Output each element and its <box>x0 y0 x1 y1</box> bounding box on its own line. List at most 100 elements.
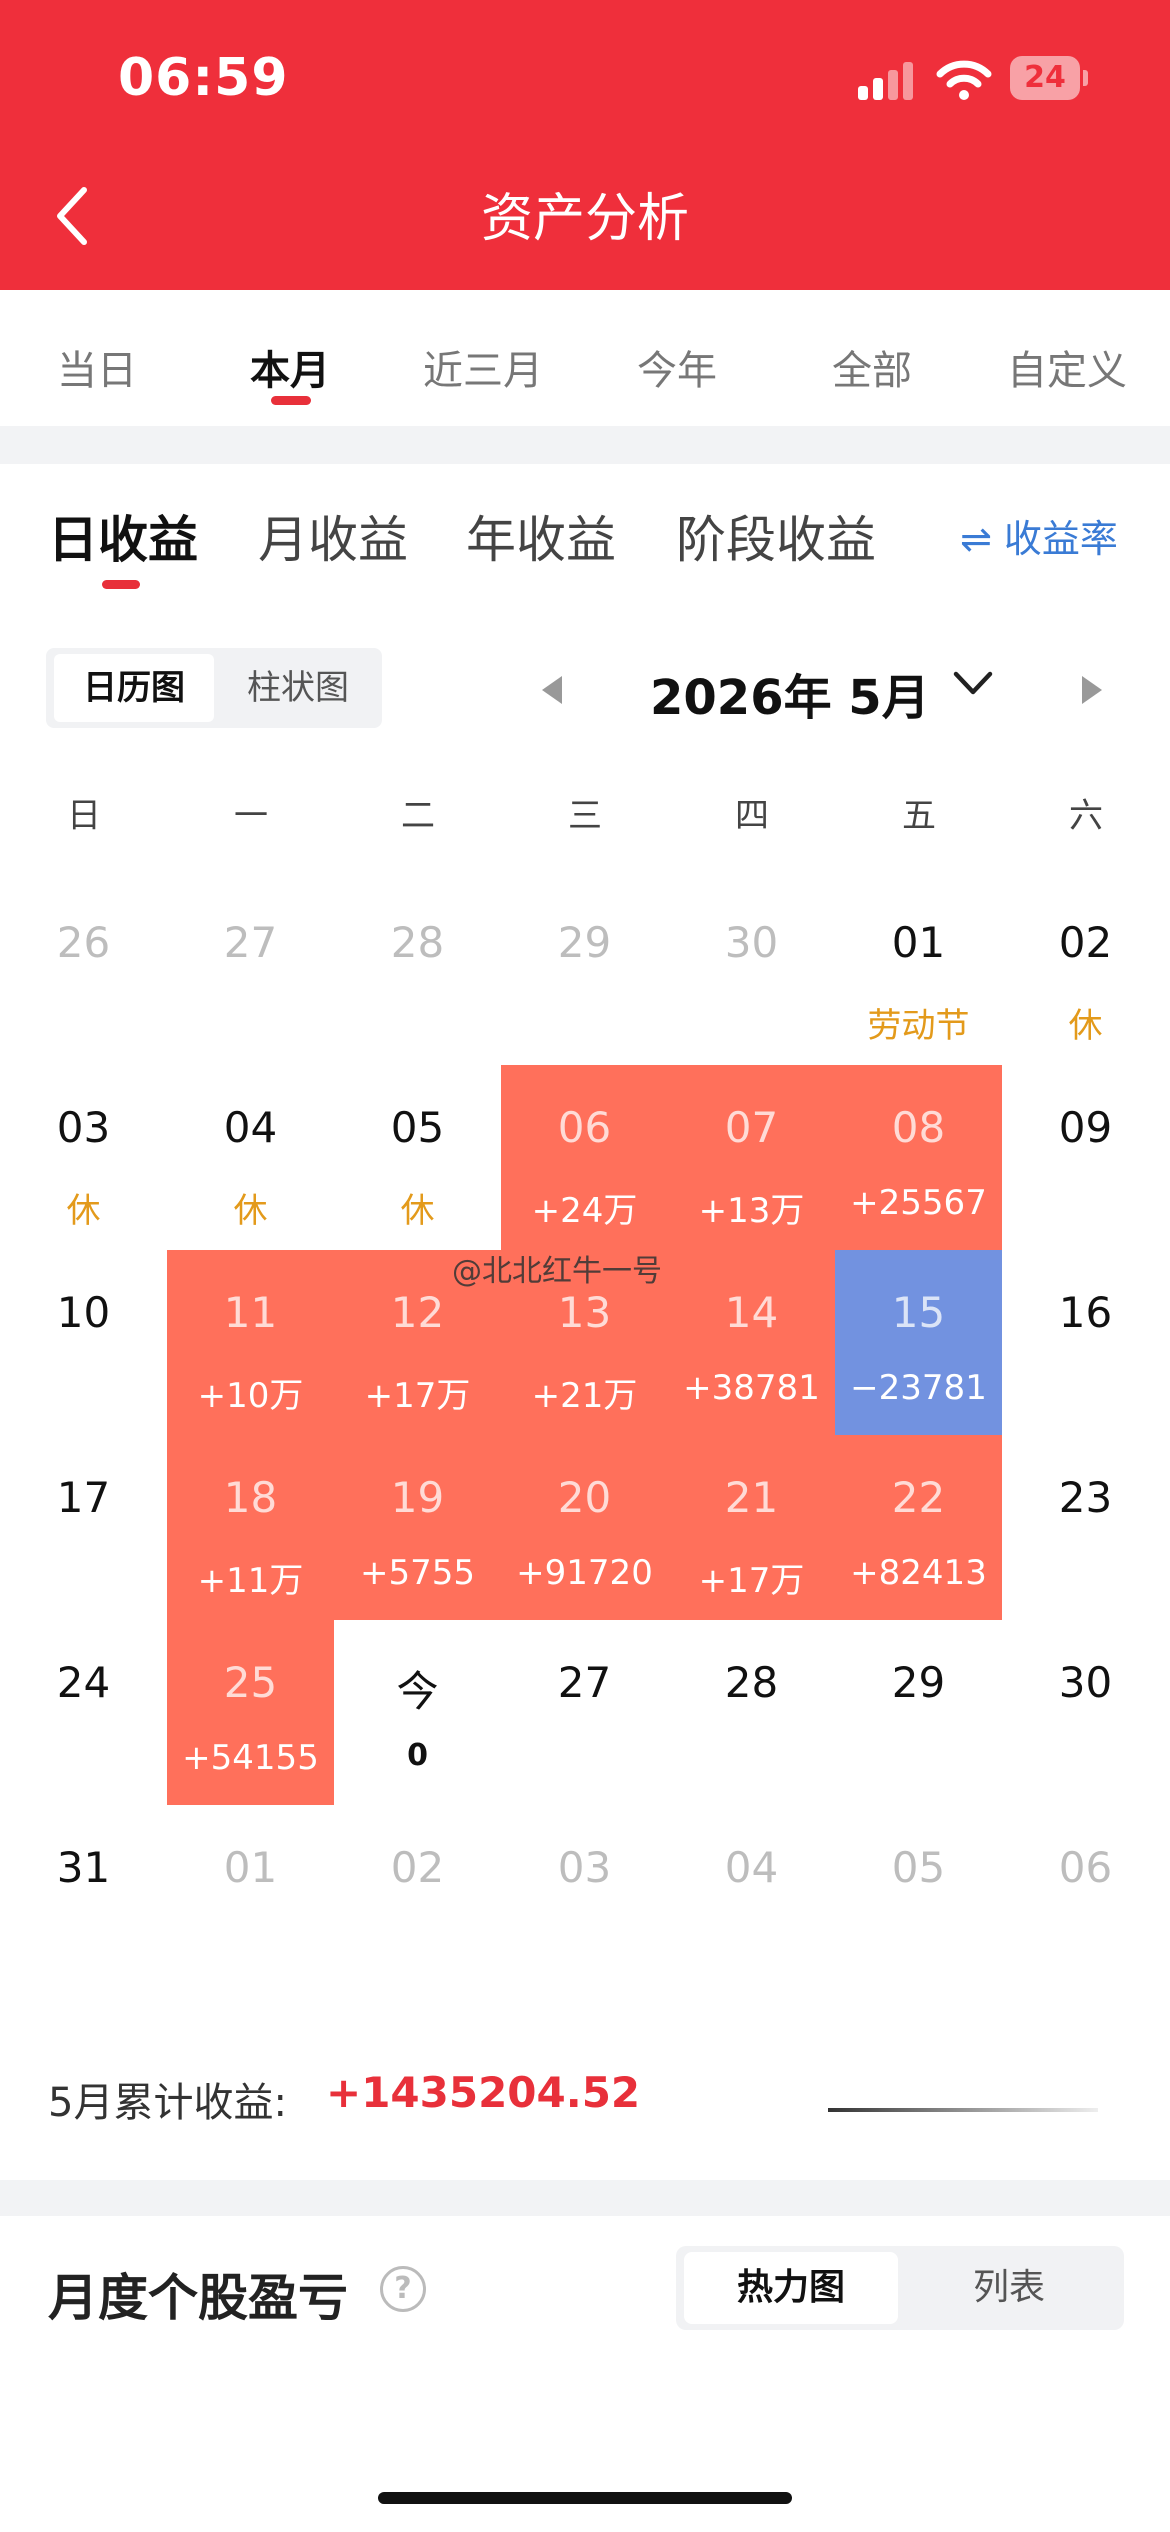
calendar-day[interactable]: 08 +25567 <box>835 1065 1002 1250</box>
calendar-day[interactable]: 24 <box>0 1620 167 1805</box>
calendar-day[interactable]: 01 <box>167 1805 334 1990</box>
day-number: 14 <box>724 1288 779 1337</box>
day-number: 今 <box>396 1667 439 1716</box>
day-number: 04 <box>223 1103 278 1152</box>
day-number: 27 <box>223 918 278 967</box>
calendar-day[interactable]: 06 <box>1002 1805 1169 1990</box>
calendar-day[interactable]: 今0 <box>334 1620 501 1805</box>
chevron-down-icon[interactable] <box>950 666 996 702</box>
calendar-day[interactable]: 17 <box>0 1435 167 1620</box>
return-rate-toggle[interactable]: ⇌ 收益率 <box>960 508 1118 563</box>
calendar-day[interactable]: 30 <box>1002 1620 1169 1805</box>
tab-custom[interactable]: 自定义 <box>972 338 1162 396</box>
day-number: 29 <box>557 918 612 967</box>
weekday-label: 一 <box>234 796 268 836</box>
holiday-label: 休 <box>400 1191 435 1231</box>
day-number: 30 <box>1058 1658 1113 1707</box>
calendar-day[interactable]: 03 <box>501 1805 668 1990</box>
calendar-day[interactable]: 10 <box>0 1250 167 1435</box>
daily-profit-value: +21万 <box>531 1376 638 1416</box>
weekday-label: 六 <box>1069 796 1103 836</box>
list-button[interactable]: 列表 <box>902 2252 1116 2324</box>
day-number: 30 <box>724 918 779 967</box>
calendar-day[interactable]: 27 <box>167 880 334 1065</box>
calendar-day[interactable]: 15 −23781 <box>835 1250 1002 1435</box>
decorative-line <box>828 2108 1098 2112</box>
daily-profit-value: −23781 <box>850 1368 987 1408</box>
day-number: 22 <box>891 1473 946 1522</box>
tab-three-months[interactable]: 近三月 <box>388 338 578 396</box>
weekday-label: 三 <box>568 796 602 836</box>
home-indicator <box>378 2492 792 2504</box>
tab-this-month[interactable]: 本月 <box>195 338 385 396</box>
calendar-day[interactable]: 20 +91720 <box>501 1435 668 1620</box>
help-icon[interactable]: ? <box>380 2266 426 2312</box>
holiday-label: 劳动节 <box>867 1006 970 1046</box>
calendar-day[interactable]: 22 +82413 <box>835 1435 1002 1620</box>
calendar-day[interactable]: 16 <box>1002 1250 1169 1435</box>
calendar-day[interactable]: 05 <box>835 1805 1002 1990</box>
calendar-day[interactable]: 11 +10万 <box>167 1250 334 1435</box>
holiday-label: 休 <box>1068 1006 1103 1046</box>
calendar-day[interactable]: 30 <box>668 880 835 1065</box>
calendar-day[interactable]: 07 +13万 <box>668 1065 835 1250</box>
day-number: 06 <box>557 1103 612 1152</box>
calendar-day[interactable]: 19 +5755 <box>334 1435 501 1620</box>
tab-stage-profit[interactable]: 阶段收益 <box>676 500 876 572</box>
tab-yearly-profit[interactable]: 年收益 <box>466 500 616 572</box>
heatmap-button[interactable]: 热力图 <box>684 2252 898 2324</box>
calendar-day[interactable]: 26 <box>0 880 167 1065</box>
calendar-day[interactable]: 21 +17万 <box>668 1435 835 1620</box>
month-label[interactable]: 2026年 5月 <box>650 658 930 728</box>
calendar-day[interactable]: 04 休 <box>167 1065 334 1250</box>
tab-all[interactable]: 全部 <box>777 338 967 396</box>
day-number: 31 <box>56 1843 111 1892</box>
status-time: 06:59 <box>118 48 289 108</box>
calendar-day[interactable]: 14 +38781 <box>668 1250 835 1435</box>
period-tabs: 当日 本月 近三月 今年 全部 自定义 <box>0 290 1170 426</box>
calendar-day[interactable]: 06 +24万 <box>501 1065 668 1250</box>
calendar-day[interactable]: 18 +11万 <box>167 1435 334 1620</box>
weekday-label: 五 <box>902 796 936 836</box>
previous-month-icon[interactable] <box>542 676 562 704</box>
day-number: 17 <box>56 1473 111 1522</box>
battery-level: 24 <box>1024 60 1066 95</box>
daily-profit-value: +10万 <box>197 1376 304 1416</box>
day-number: 02 <box>1058 918 1113 967</box>
calendar-day[interactable]: 09 <box>1002 1065 1169 1250</box>
day-number: 28 <box>390 918 445 967</box>
calendar-day[interactable]: 02 <box>334 1805 501 1990</box>
calendar-day[interactable]: 25 +54155 <box>167 1620 334 1805</box>
daily-profit-value: +13万 <box>698 1191 805 1231</box>
day-number: 02 <box>390 1843 445 1892</box>
calendar-day[interactable]: 28 <box>334 880 501 1065</box>
holiday-label: 休 <box>233 1191 268 1231</box>
tab-monthly-profit[interactable]: 月收益 <box>258 500 408 572</box>
calendar-day[interactable]: 27 <box>501 1620 668 1805</box>
calendar-day[interactable]: 05 休 <box>334 1065 501 1250</box>
day-number: 16 <box>1058 1288 1113 1337</box>
app-header: 06:59 24 资产分析 <box>0 0 1170 290</box>
day-number: 01 <box>891 918 946 967</box>
tab-this-year[interactable]: 今年 <box>582 338 772 396</box>
wifi-icon <box>936 60 992 100</box>
calendar-day[interactable]: 29 <box>835 1620 1002 1805</box>
calendar-day[interactable]: 04 <box>668 1805 835 1990</box>
calendar-day[interactable]: 31 <box>0 1805 167 1990</box>
calendar-day[interactable]: 02 休 <box>1002 880 1169 1065</box>
calendar-day[interactable]: 29 <box>501 880 668 1065</box>
day-number: 28 <box>724 1658 779 1707</box>
weekday-label: 二 <box>401 796 435 836</box>
tab-today[interactable]: 当日 <box>2 338 192 396</box>
day-number: 18 <box>223 1473 278 1522</box>
calendar-day[interactable]: 28 <box>668 1620 835 1805</box>
tab-daily-profit[interactable]: 日收益 <box>48 500 198 572</box>
calendar-day[interactable]: 03 休 <box>0 1065 167 1250</box>
next-month-icon[interactable] <box>1082 676 1102 704</box>
calendar-day[interactable]: 01 劳动节 <box>835 880 1002 1065</box>
weibo-watermark: @北北红牛一号 <box>452 1254 662 1289</box>
calendar-view-button[interactable]: 日历图 <box>54 654 214 722</box>
calendar-day[interactable]: 23 <box>1002 1435 1169 1620</box>
bar-chart-view-button[interactable]: 柱状图 <box>218 654 378 722</box>
day-number: 15 <box>891 1288 946 1337</box>
